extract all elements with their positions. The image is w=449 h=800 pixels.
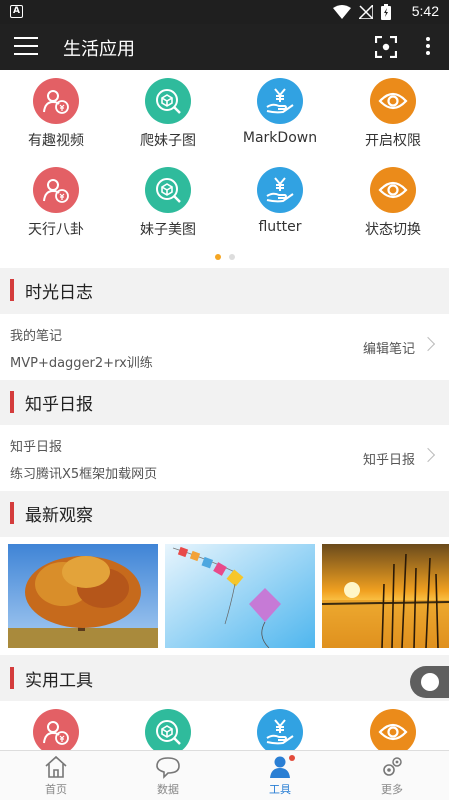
assistant-icon <box>421 673 439 691</box>
section-header-tools: 实用工具 <box>0 656 449 701</box>
section-marker <box>10 391 14 413</box>
grid-item[interactable]: MarkDown <box>224 78 336 158</box>
status-clock: 5:42 <box>411 3 439 19</box>
grid-item-label: 天行八卦 <box>28 222 84 238</box>
main-content[interactable]: 有趣视频 爬妹子图 MarkDown 开启权限 天行八卦 妹子美图 flutter 状态切换 … <box>0 70 449 750</box>
more-vert-icon <box>426 37 430 41</box>
section-title: 知乎日报 <box>25 395 93 415</box>
box-search-icon <box>145 78 191 124</box>
gears-icon <box>379 755 405 779</box>
tool-item[interactable] <box>224 709 336 750</box>
diary-card[interactable]: 我的笔记 MVP+dagger2+rx训练 编辑笔记 <box>0 314 449 380</box>
card-subtitle: 知乎日报 <box>10 440 63 455</box>
section-header-diary: 时光日志 <box>0 268 449 313</box>
scan-icon <box>374 35 398 59</box>
card-description: 练习腾讯X5框架加载网页 <box>10 467 158 482</box>
grid-item[interactable]: 爬妹子图 <box>112 78 224 158</box>
eye-icon <box>370 167 416 213</box>
grid-item[interactable]: 天行八卦 <box>0 167 112 247</box>
bottom-navigation: 首页 数据 工具 更多 <box>0 750 449 800</box>
status-bar: A 5:42 <box>0 0 449 24</box>
photo-kites[interactable] <box>165 544 315 648</box>
tool-item[interactable] <box>0 709 112 750</box>
section-header-observe: 最新观察 <box>0 491 449 536</box>
grid-item-label: flutter <box>258 219 302 235</box>
section-title: 最新观察 <box>25 506 93 526</box>
nav-item[interactable]: 数据 <box>112 751 224 800</box>
notification-dot <box>289 755 295 761</box>
zhihu-card[interactable]: 知乎日报 练习腾讯X5框架加载网页 知乎日报 <box>0 425 449 491</box>
photo-sunset[interactable] <box>322 544 449 648</box>
battery-charging-icon <box>381 4 391 20</box>
section-marker <box>10 279 14 301</box>
chevron-right-icon <box>420 447 436 463</box>
grid-item-label: 有趣视频 <box>28 133 84 149</box>
section-marker <box>10 502 14 524</box>
yen-hand-icon <box>257 167 303 213</box>
app-grid: 有趣视频 爬妹子图 MarkDown 开启权限天行八卦 妹子美图 flutter 状态切换 <box>0 70 449 268</box>
menu-button[interactable] <box>14 37 38 57</box>
nav-item-label: 数据 <box>157 783 179 796</box>
wifi-icon <box>333 5 351 19</box>
person-icon <box>267 755 295 779</box>
grid-item[interactable]: 开启权限 <box>337 78 449 158</box>
nav-item-label: 工具 <box>269 783 291 796</box>
notification-app-icon: A <box>10 5 23 18</box>
box-search-icon <box>145 709 191 750</box>
floating-assistant-button[interactable] <box>410 666 449 698</box>
hamburger-icon <box>14 37 38 39</box>
zhihu-link[interactable]: 知乎日报 <box>363 449 415 468</box>
box-search-icon <box>145 167 191 213</box>
section-title: 实用工具 <box>25 671 93 691</box>
nav-item[interactable]: 首页 <box>0 751 112 800</box>
section-title: 时光日志 <box>25 283 93 303</box>
page-dot-1 <box>214 254 221 260</box>
grid-item-label: 开启权限 <box>365 133 421 149</box>
nav-item-label: 首页 <box>45 783 67 796</box>
grid-item-label: 状态切换 <box>365 222 421 238</box>
tool-item[interactable] <box>112 709 224 750</box>
grid-item[interactable]: 有趣视频 <box>0 78 112 158</box>
yen-hand-icon <box>257 78 303 124</box>
nav-item-label: 更多 <box>381 783 403 796</box>
tools-grid <box>0 701 449 750</box>
edit-note-link[interactable]: 编辑笔记 <box>363 338 415 357</box>
card-subtitle: 我的笔记 <box>10 329 63 344</box>
chevron-right-icon <box>420 336 436 352</box>
scan-button[interactable] <box>374 35 398 59</box>
page-title: 生活应用 <box>63 39 135 60</box>
section-marker <box>10 667 14 689</box>
nav-item[interactable]: 工具 <box>224 751 336 800</box>
home-icon <box>43 755 69 779</box>
card-description: MVP+dagger2+rx训练 <box>10 356 153 371</box>
eye-icon <box>370 78 416 124</box>
user-money-icon <box>33 78 79 124</box>
section-header-zhihu: 知乎日报 <box>0 380 449 425</box>
grid-item-label: MarkDown <box>242 130 318 146</box>
app-bar: 生活应用 <box>0 24 449 70</box>
grid-item-label: 爬妹子图 <box>140 133 196 149</box>
system-icons <box>333 4 391 20</box>
grid-item[interactable]: 状态切换 <box>337 167 449 247</box>
photo-autumn-tree[interactable] <box>8 544 158 648</box>
photo-carousel[interactable] <box>0 537 449 655</box>
page-indicator <box>0 254 449 260</box>
tool-item[interactable] <box>337 709 449 750</box>
user-money-icon <box>33 709 79 750</box>
grid-item-label: 妹子美图 <box>140 222 196 238</box>
overflow-menu-button[interactable] <box>425 37 431 57</box>
yen-hand-icon <box>257 709 303 750</box>
grid-item[interactable]: flutter <box>224 167 336 247</box>
user-money-icon <box>33 167 79 213</box>
page-dot-2 <box>228 254 235 260</box>
eye-icon <box>370 709 416 750</box>
no-signal-icon <box>359 5 373 19</box>
chat-bubble-icon <box>155 755 181 779</box>
grid-item[interactable]: 妹子美图 <box>112 167 224 247</box>
nav-item[interactable]: 更多 <box>336 751 448 800</box>
